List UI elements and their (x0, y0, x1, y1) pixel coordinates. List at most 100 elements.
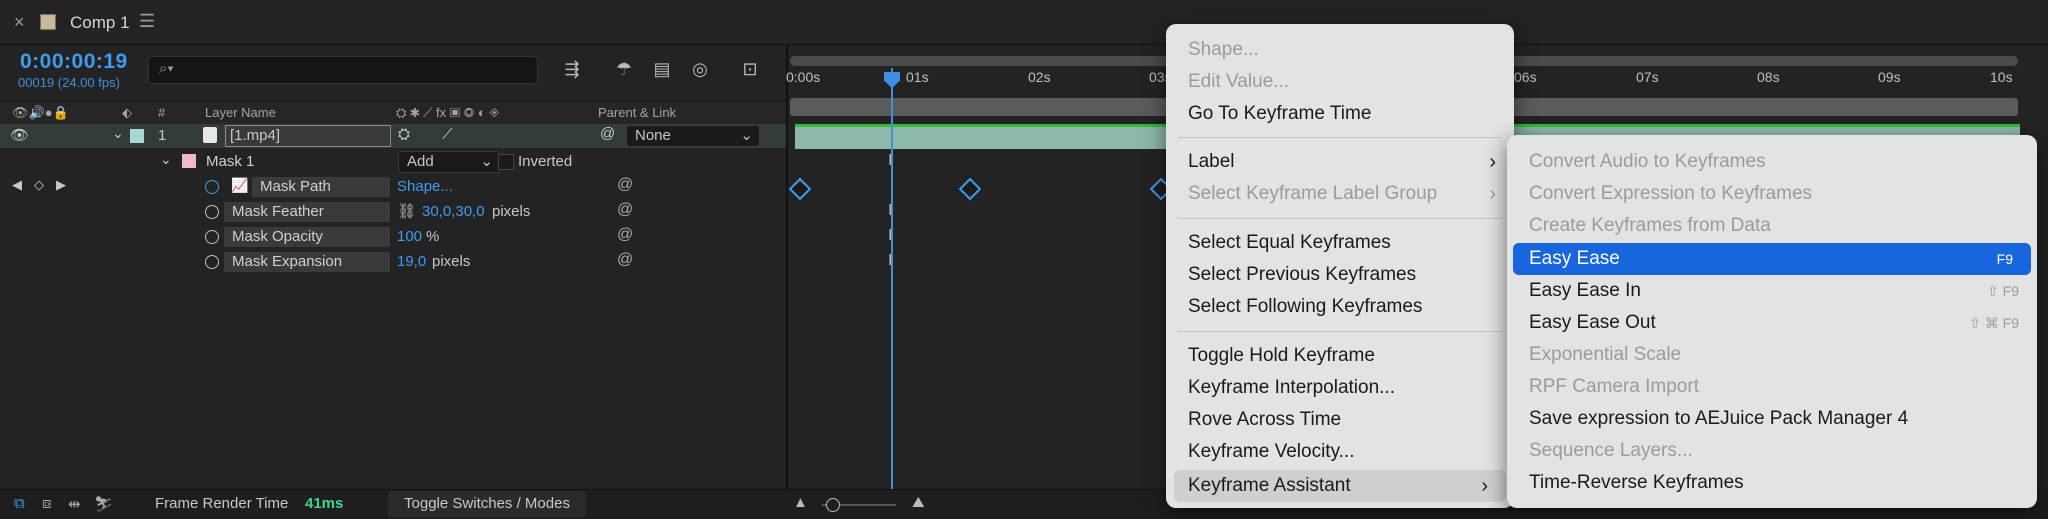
frame-blending-icon[interactable]: ▤ (650, 57, 674, 81)
toggle-switches-modes-button[interactable]: Toggle Switches / Modes (388, 491, 586, 517)
menu-separator (1178, 218, 1502, 219)
mask-expansion-row[interactable]: Mask Expansion 19,0 pixels @ (0, 250, 786, 274)
menu-item-exponential-scale[interactable]: Exponential Scale (1507, 339, 2037, 371)
mask-path-row[interactable]: ◀ ◇ ▶ 📈 Mask Path Shape... @ (0, 175, 786, 199)
expression-pick-whip-icon[interactable]: @ (617, 201, 633, 219)
mask-label-color[interactable] (182, 154, 196, 168)
menu-item-keyframe-interpolation[interactable]: Keyframe Interpolation... (1166, 372, 1514, 404)
mask-opacity-row[interactable]: Mask Opacity 100 % @ (0, 225, 786, 249)
menu-item-edit-value[interactable]: Edit Value... (1166, 66, 1514, 98)
mask-feather-value[interactable]: 30,0,30,0 (422, 203, 485, 220)
current-time-indicator[interactable] (891, 68, 893, 489)
layer-name[interactable]: [1.mp4] (225, 125, 391, 147)
shortcut-label: ⇧ ⌘ F9 (1969, 315, 2019, 331)
zoom-slider-handle[interactable] (826, 498, 840, 512)
layer-number-header: # (158, 105, 166, 120)
prev-keyframe-icon[interactable]: ◀ (12, 177, 22, 193)
keyframe-ibeam-icon: I (888, 227, 893, 244)
comp-tab-title[interactable]: Comp 1 (70, 13, 130, 33)
keyframe-assistant-submenu: Convert Audio to Keyframes Convert Expre… (1507, 135, 2037, 508)
mask-opacity-value[interactable]: 100 (397, 228, 422, 245)
menu-item-select-keyframe-label-group[interactable]: Select Keyframe Label Group › (1166, 178, 1514, 210)
shy-layers-icon[interactable]: ☂ (612, 57, 636, 81)
mask-collapse-chevron-icon[interactable]: ⌄ (160, 151, 172, 168)
zoom-out-icon[interactable]: ▲ (793, 494, 808, 511)
menu-item-save-expression-aejuice[interactable]: Save expression to AEJuice Pack Manager … (1507, 403, 2037, 435)
visibility-eye-icon[interactable]: 👁 (10, 126, 29, 144)
property-name[interactable]: Mask Path (252, 177, 390, 197)
transfer-controls-toggle-icon[interactable]: ⧈ (42, 495, 52, 512)
submenu-arrow-icon: › (1489, 183, 1496, 205)
zoom-in-icon[interactable]: ⛰ (912, 494, 925, 511)
mask-expansion-value[interactable]: 19,0 (397, 253, 426, 270)
layer-row[interactable]: 👁 ⌄ 1 [1.mp4] ⛭ ⟋ @ None ⌄ (0, 124, 786, 148)
video-file-icon (203, 127, 217, 143)
menu-item-easy-ease-in[interactable]: Easy Ease In ⇧ F9 (1507, 275, 2037, 307)
menu-item-sequence-layers[interactable]: Sequence Layers... (1507, 435, 2037, 467)
mask-mode-dropdown[interactable]: Add ⌄ (398, 151, 500, 173)
add-keyframe-icon[interactable]: ◇ (34, 177, 44, 193)
property-name[interactable]: Mask Expansion (224, 252, 390, 272)
shy-switch-icon[interactable]: ⛭ (398, 126, 410, 143)
stopwatch-icon[interactable] (205, 205, 219, 219)
frame-render-time-label: Frame Render Time (155, 495, 289, 512)
stopwatch-icon[interactable] (205, 180, 219, 194)
graph-editor-icon[interactable]: ⊡ (738, 57, 762, 81)
layer-name-header[interactable]: Layer Name (205, 105, 276, 120)
next-keyframe-icon[interactable]: ▶ (56, 177, 66, 193)
parent-dropdown-value: None (635, 127, 671, 144)
menu-item-toggle-hold-keyframe[interactable]: Toggle Hold Keyframe (1166, 340, 1514, 372)
expression-pick-whip-icon[interactable]: @ (617, 251, 633, 269)
menu-item-convert-audio-to-keyframes[interactable]: Convert Audio to Keyframes (1507, 146, 2037, 178)
layer-collapse-chevron-icon[interactable]: ⌄ (112, 125, 124, 142)
mask-name[interactable]: Mask 1 (206, 153, 254, 170)
panel-menu-icon[interactable]: ☰ (139, 11, 155, 32)
menu-item-keyframe-velocity[interactable]: Keyframe Velocity... (1166, 436, 1514, 468)
mask-opacity-unit: % (426, 228, 440, 245)
mask-path-value[interactable]: Shape... (397, 178, 453, 195)
graph-icon: 📈 (231, 177, 249, 193)
expression-pick-whip-icon[interactable]: @ (617, 176, 633, 194)
comp-tab-bar: × Comp 1 ☰ (0, 0, 2048, 45)
motion-blur-icon[interactable]: ◎ (688, 57, 712, 81)
menu-item-select-following-keyframes[interactable]: Select Following Keyframes (1166, 291, 1514, 323)
layer-switches-toggle-icon[interactable]: ⧉ (14, 495, 25, 512)
keyframe-ibeam-icon: I (888, 252, 893, 269)
parent-dropdown[interactable]: None ⌄ (626, 125, 760, 147)
menu-item-time-reverse-keyframes[interactable]: Time-Reverse Keyframes (1507, 467, 2037, 499)
menu-item-select-previous-keyframes[interactable]: Select Previous Keyframes (1166, 259, 1514, 291)
property-name[interactable]: Mask Feather (224, 202, 390, 222)
menu-item-rpf-camera-import[interactable]: RPF Camera Import (1507, 371, 2037, 403)
layer-label-color[interactable] (130, 129, 144, 143)
menu-item-easy-ease-out[interactable]: Easy Ease Out ⇧ ⌘ F9 (1507, 307, 2037, 339)
stopwatch-icon[interactable] (205, 255, 219, 269)
stopwatch-icon[interactable] (205, 230, 219, 244)
menu-separator (1178, 331, 1502, 332)
menu-item-select-equal-keyframes[interactable]: Select Equal Keyframes (1166, 227, 1514, 259)
menu-item-shape[interactable]: Shape... (1166, 34, 1514, 66)
in-out-toggle-icon[interactable]: ⇹ (68, 495, 81, 513)
menu-item-go-to-keyframe-time[interactable]: Go To Keyframe Time (1166, 98, 1514, 130)
quality-switch-icon[interactable]: ⟋ (442, 126, 453, 143)
render-time-toggle-icon[interactable]: ⛷ (94, 495, 113, 513)
inverted-checkbox[interactable] (498, 154, 514, 170)
menu-item-rove-across-time[interactable]: Rove Across Time (1166, 404, 1514, 436)
mask-row[interactable]: ⌄ Mask 1 Add ⌄ Inverted (0, 150, 786, 174)
current-time-display[interactable]: 0:00:00:19 (20, 50, 128, 74)
menu-item-create-keyframes-from-data[interactable]: Create Keyframes from Data (1507, 210, 2037, 242)
comp-flowchart-icon[interactable]: ⇶ (560, 57, 584, 81)
ruler-tick-label: 10s (1990, 69, 2013, 85)
menu-item-convert-expression-to-keyframes[interactable]: Convert Expression to Keyframes (1507, 178, 2037, 210)
keyframe-ibeam-icon: I (888, 152, 893, 169)
parent-pick-whip-icon[interactable]: @ (600, 125, 615, 142)
property-name[interactable]: Mask Opacity (224, 227, 390, 247)
menu-item-label[interactable]: Label › (1166, 146, 1514, 178)
expression-pick-whip-icon[interactable]: @ (617, 226, 633, 244)
ruler-tick-label: 06s (1514, 69, 1537, 85)
layer-search-input[interactable]: ⌕▾ (148, 56, 538, 84)
close-tab-icon[interactable]: × (14, 12, 25, 33)
mask-feather-row[interactable]: Mask Feather ⛓ 30,0,30,0 pixels @ (0, 200, 786, 224)
menu-item-easy-ease[interactable]: Easy Ease F9 (1513, 243, 2031, 275)
constrain-link-icon[interactable]: ⛓ (397, 202, 416, 220)
menu-item-keyframe-assistant[interactable]: Keyframe Assistant › (1174, 470, 1506, 502)
